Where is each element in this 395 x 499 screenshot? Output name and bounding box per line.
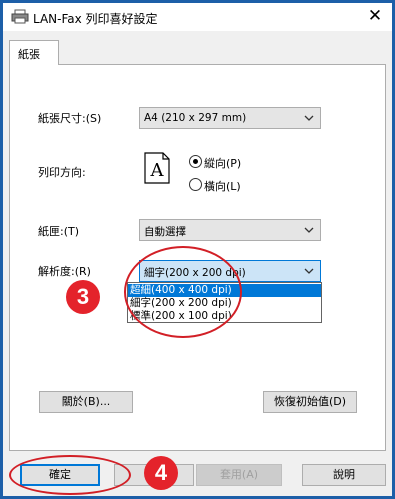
portrait-radio-label[interactable]: 縱向(P) <box>204 155 241 171</box>
chevron-down-icon <box>304 227 314 233</box>
restore-defaults-button[interactable]: 恢復初始值(D) <box>263 391 357 413</box>
close-icon[interactable]: ✕ <box>364 6 386 26</box>
landscape-radio-label[interactable]: 橫向(L) <box>204 178 241 194</box>
paper-size-label: 紙張尺寸:(S) <box>38 112 102 125</box>
tab-paper[interactable]: 紙張 <box>9 40 59 65</box>
highlight-ring-ok <box>9 455 131 495</box>
orientation-preview-letter: A <box>150 160 165 181</box>
step-3-badge: 3 <box>66 280 100 314</box>
highlight-ring-resolution <box>124 246 242 338</box>
help-button[interactable]: 說明 <box>302 464 386 486</box>
tab-paper-label: 紙張 <box>18 48 40 61</box>
about-button[interactable]: 關於(B)... <box>39 391 133 413</box>
paper-size-value: A4 (210 x 297 mm) <box>144 112 247 124</box>
landscape-radio[interactable] <box>189 178 202 191</box>
orientation-label: 列印方向: <box>38 166 86 179</box>
tray-value: 自動選擇 <box>144 226 186 238</box>
window-title: LAN-Fax 列印喜好設定 <box>33 12 158 26</box>
chevron-down-icon <box>304 115 314 121</box>
page-orientation-icon: A <box>144 152 170 184</box>
printer-icon <box>11 9 29 24</box>
title-bar: LAN-Fax 列印喜好設定 ✕ <box>3 3 392 31</box>
portrait-radio[interactable] <box>189 155 202 168</box>
chevron-down-icon <box>304 268 314 274</box>
tray-label: 紙匣:(T) <box>38 225 80 238</box>
tray-select[interactable]: 自動選擇 <box>139 219 321 241</box>
step-4-badge: 4 <box>144 456 178 490</box>
paper-size-select[interactable]: A4 (210 x 297 mm) <box>139 107 321 129</box>
resolution-label: 解析度:(R) <box>38 265 91 278</box>
apply-button[interactable]: 套用(A) <box>196 464 282 486</box>
